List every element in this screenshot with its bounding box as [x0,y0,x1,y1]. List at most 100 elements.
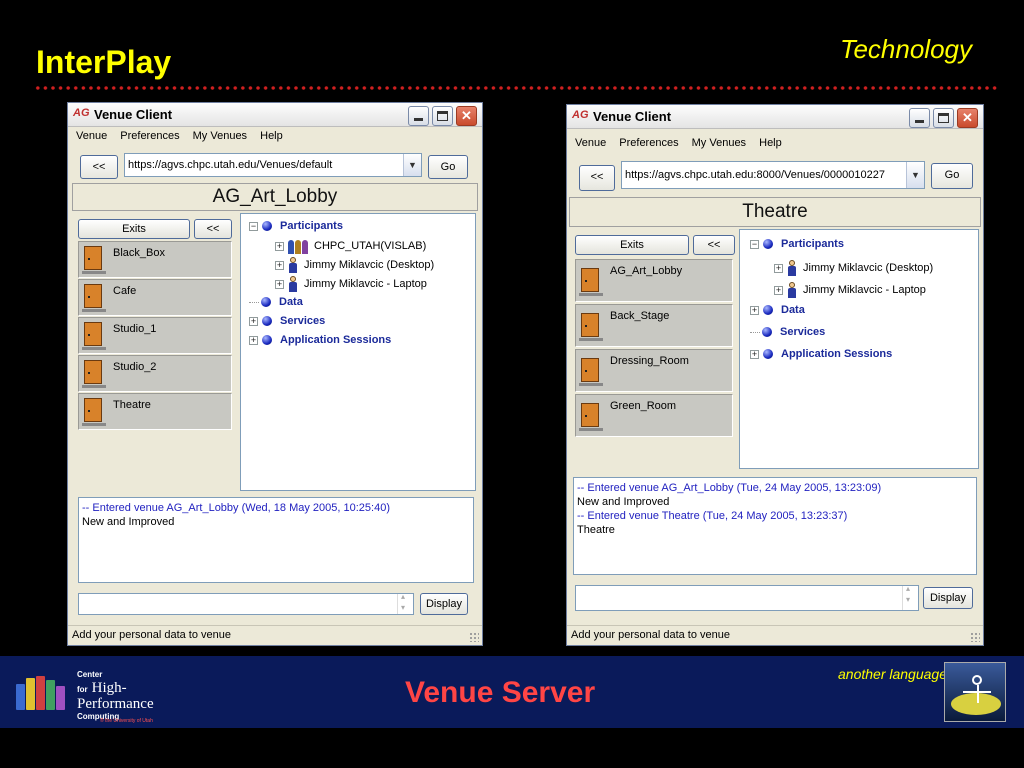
exit-item[interactable]: Cafe [78,279,232,316]
collapse-icon[interactable]: − [249,221,258,231]
back-button[interactable]: << [80,155,118,179]
venue-contents-tree: − Participants + CHPC_UTAH(VISLAB) + Jimmy … [240,213,476,491]
exit-item[interactable]: Dressing_Room [575,349,733,392]
menu-venue[interactable]: Venue [76,130,107,142]
expand-icon[interactable]: + [275,260,284,270]
dotted-divider [34,86,1000,90]
tree-node-participants[interactable]: − Participants [750,238,844,250]
menu-help[interactable]: Help [260,130,283,142]
door-icon [82,398,106,426]
chevron-down-icon[interactable]: ▼ [403,154,421,176]
event-log[interactable]: -- Entered venue AG_Art_Lobby (Wed, 18 M… [78,497,474,583]
minimize-button[interactable] [408,106,429,126]
menu-preferences[interactable]: Preferences [120,130,179,142]
exit-item[interactable]: Back_Stage [575,304,733,347]
tree-node-participant[interactable]: + Jimmy Miklavcic (Desktop) [275,257,434,273]
tree-node-data[interactable]: + Data [750,304,805,316]
expand-icon[interactable]: + [774,263,783,273]
expand-icon[interactable]: + [275,279,284,289]
title-bar[interactable]: AG Venue Client ✕ [567,105,983,129]
chevron-down-icon[interactable]: ▼ [906,162,924,188]
collapse-exits-button[interactable]: << [194,219,232,239]
maximize-icon [938,113,949,123]
tree-node-participant[interactable]: + Jimmy Miklavcic - Laptop [774,282,926,298]
expand-icon[interactable]: + [774,285,783,295]
tree-node-services[interactable]: Services [750,326,825,338]
maximize-button[interactable] [933,108,954,128]
expand-icon[interactable]: + [750,305,759,315]
exit-item[interactable]: Studio_1 [78,317,232,354]
tree-node-application-sessions[interactable]: + Application Sessions [249,334,391,346]
menu-my-venues[interactable]: My Venues [193,130,247,142]
collapse-exits-button[interactable]: << [693,235,735,255]
chat-input[interactable] [78,592,414,615]
tree-node-participant[interactable]: + CHPC_UTAH(VISLAB) [275,238,426,254]
close-button[interactable]: ✕ [957,108,978,128]
exit-item[interactable]: Studio_2 [78,355,232,392]
menu-help[interactable]: Help [759,137,782,149]
blue-ball-icon [762,327,772,338]
menu-my-venues[interactable]: My Venues [692,137,746,149]
venue-url-field[interactable]: https://agvs.chpc.utah.edu:8000/Venues/0… [621,161,925,189]
log-entry: -- Entered venue AG_Art_Lobby (Tue, 24 M… [577,482,882,494]
menu-preferences[interactable]: Preferences [619,137,678,149]
close-icon: ✕ [461,108,472,123]
spinner-icon[interactable] [397,592,413,614]
tree-node-participant[interactable]: + Jimmy Miklavcic - Laptop [275,276,427,292]
tree-node-services[interactable]: + Services [249,315,325,327]
tree-node-application-sessions[interactable]: + Application Sessions [750,348,892,360]
tree-node-data[interactable]: Data [249,296,303,308]
menu-venue[interactable]: Venue [575,137,606,149]
go-button[interactable]: Go [931,163,973,189]
chat-input[interactable] [575,584,919,611]
collapse-icon[interactable]: − [750,239,759,249]
close-button[interactable]: ✕ [456,106,477,126]
blue-ball-icon [262,316,272,327]
display-button[interactable]: Display [923,587,973,609]
minimize-icon [915,120,924,123]
go-button[interactable]: Go [428,155,468,179]
tree-node-participants[interactable]: − Participants [249,220,343,232]
minimize-button[interactable] [909,108,930,128]
log-entry: -- Entered venue Theatre (Tue, 24 May 20… [577,510,848,522]
resize-grip-icon[interactable] [469,632,479,642]
expand-icon[interactable]: + [249,316,258,326]
venue-url-field[interactable]: https://agvs.chpc.utah.edu/Venues/defaul… [124,153,422,177]
log-entry: -- Entered venue AG_Art_Lobby (Wed, 18 M… [82,502,390,514]
log-entry: New and Improved [577,496,670,508]
spinner-icon[interactable] [902,584,918,610]
footer-note: another language [838,666,947,682]
display-button[interactable]: Display [420,593,468,615]
menu-bar: Venue Preferences My Venues Help [70,130,287,146]
venue-name-header: AG_Art_Lobby [72,183,478,211]
resize-grip-icon[interactable] [970,632,980,642]
exit-item[interactable]: Black_Box [78,241,232,278]
exit-item[interactable]: AG_Art_Lobby [575,259,733,302]
exit-label: Theatre [113,399,151,411]
tree-node-participant[interactable]: + Jimmy Miklavcic (Desktop) [774,260,933,276]
exits-button[interactable]: Exits [78,219,190,239]
expand-icon[interactable]: + [249,335,258,345]
maximize-button[interactable] [432,106,453,126]
venue-contents-tree: − Participants + Jimmy Miklavcic (Desktop)… [739,229,979,469]
status-bar: Add your personal data to venue [567,625,983,645]
exit-item[interactable]: Theatre [78,393,232,430]
exit-label: Dressing_Room [610,355,689,367]
university-credit: ® the University of Utah [100,718,153,724]
expand-icon[interactable]: + [275,241,284,251]
door-icon [579,358,603,386]
slide-title: InterPlay [36,44,172,80]
maximize-icon [437,111,448,121]
back-button[interactable]: << [579,165,615,191]
event-log[interactable]: -- Entered venue AG_Art_Lobby (Tue, 24 M… [573,477,977,575]
expand-icon[interactable]: + [750,349,759,359]
person-icon [288,257,298,273]
title-bar[interactable]: AG Venue Client ✕ [68,103,482,127]
exits-button[interactable]: Exits [575,235,689,255]
blue-ball-icon [763,239,773,250]
door-icon [579,403,603,431]
exit-label: Cafe [113,285,137,297]
exit-item[interactable]: Green_Room [575,394,733,437]
slide-footer: Center for High- Performance Computing ®… [0,656,1024,728]
chpc-wordmark: Center for High- Performance Computing [77,670,154,721]
